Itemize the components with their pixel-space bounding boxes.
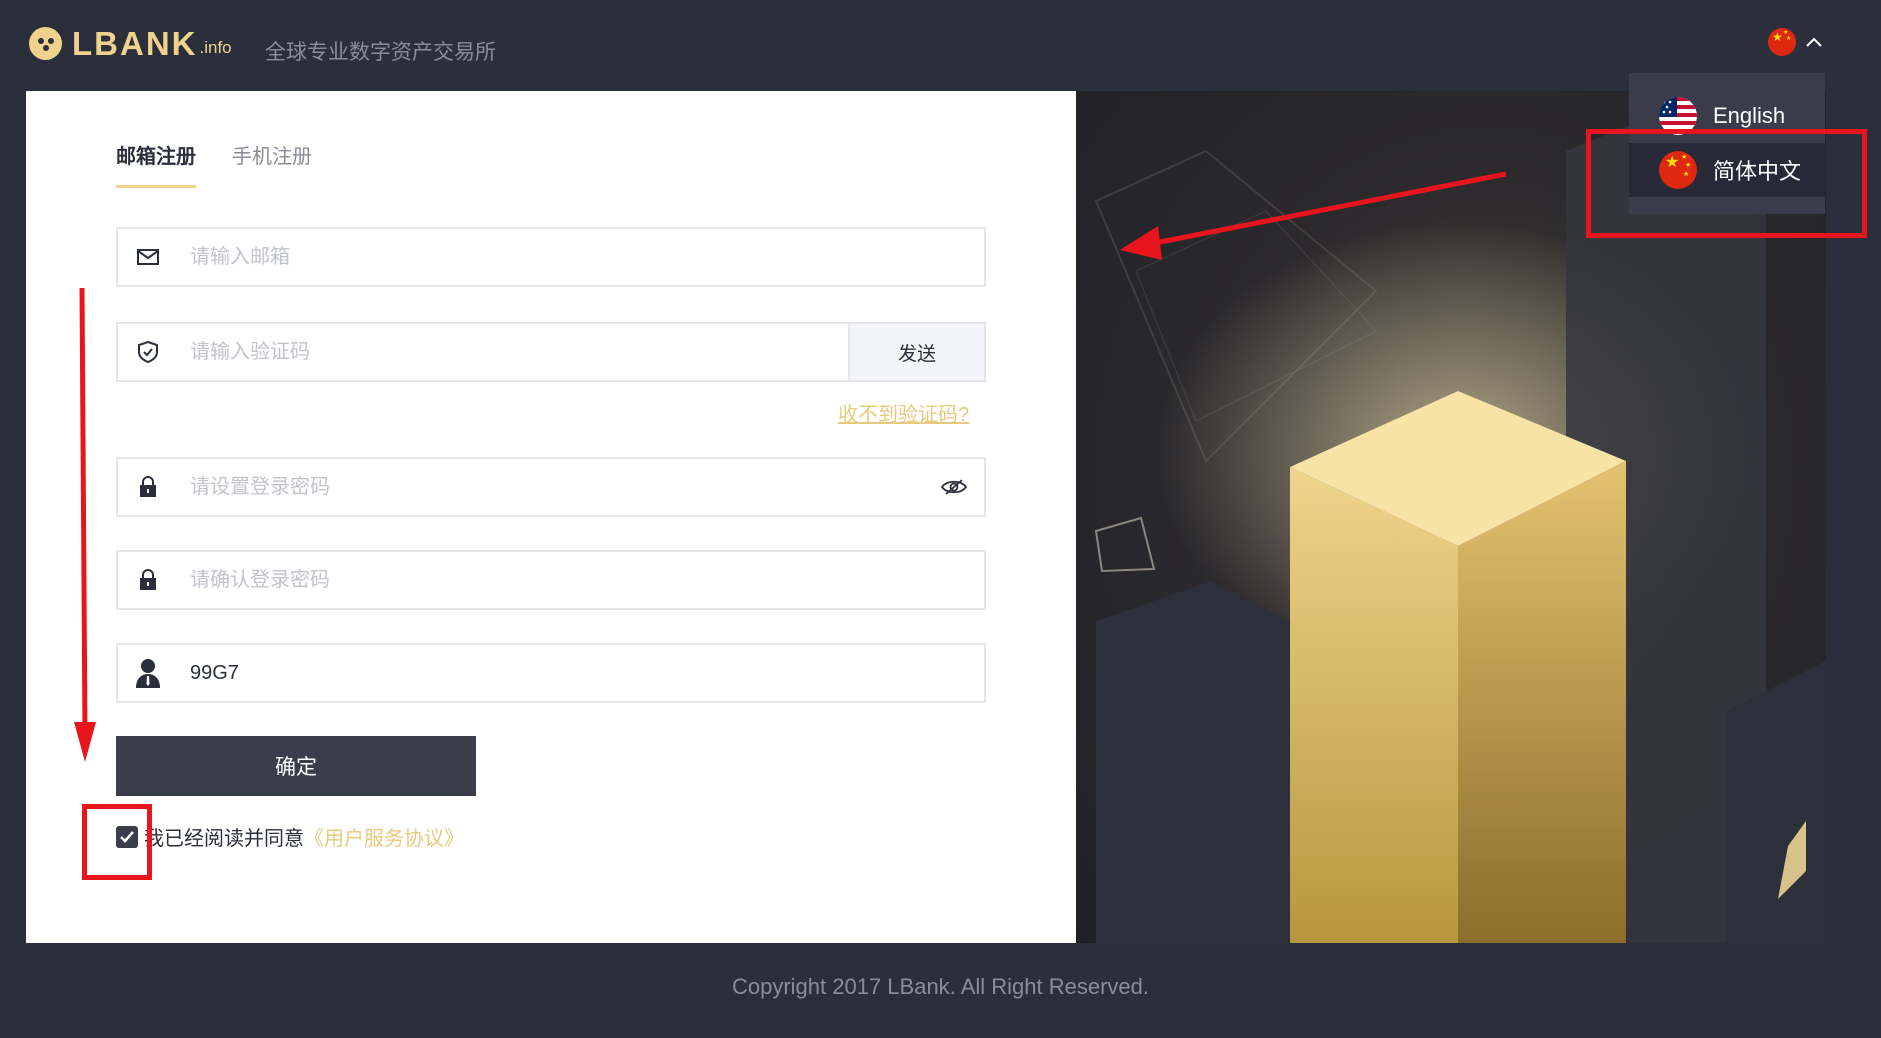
confirm-button[interactable]: 确定 [116, 736, 476, 796]
email-field [116, 227, 986, 287]
no-code-link[interactable]: 收不到验证码? [838, 398, 969, 427]
lock-icon [118, 568, 178, 592]
confirm-password-input[interactable] [178, 552, 984, 608]
register-tabs: 邮箱注册 手机注册 [116, 140, 348, 188]
eye-hidden-icon[interactable] [924, 478, 984, 496]
user-agreement-link[interactable]: 《用户服务协议》 [304, 822, 464, 851]
email-input[interactable] [178, 229, 984, 285]
mail-icon [118, 248, 178, 266]
tab-email-register[interactable]: 邮箱注册 [116, 140, 196, 188]
registration-page: LBANK .info 全球专业数字资产交易所 ★ ★ ★ 邮箱注册 手机注册 [0, 0, 1881, 1038]
header: LBANK .info 全球专业数字资产交易所 ★ ★ ★ [0, 0, 1881, 90]
confirm-password-field [116, 550, 986, 610]
annotation-box-language [1586, 129, 1867, 238]
invite-code-input[interactable] [178, 645, 984, 701]
agreement-text: 我已经阅读并同意 [144, 828, 304, 850]
tagline: 全球专业数字资产交易所 [265, 41, 496, 64]
annotation-box-checkbox [82, 804, 152, 880]
password-field [116, 457, 986, 517]
send-code-button[interactable]: 发送 [848, 324, 984, 380]
copyright-footer: Copyright 2017 LBank. All Right Reserved… [731, 974, 1149, 999]
invite-code-field [116, 643, 986, 703]
agreement-row: 我已经阅读并同意 《用户服务协议》 [116, 822, 464, 851]
password-input[interactable] [178, 459, 924, 515]
user-icon [118, 657, 178, 689]
logo-badge-icon [29, 27, 62, 60]
logo-suffix: .info [199, 38, 232, 57]
language-label-english: English [1713, 103, 1786, 128]
china-flag-icon: ★ ★ ★ [1768, 28, 1796, 56]
language-toggle[interactable]: ★ ★ ★ [1768, 28, 1824, 56]
logo[interactable]: LBANK .info [29, 27, 232, 60]
shield-icon [118, 340, 178, 364]
verification-code-input[interactable] [178, 324, 848, 380]
registration-form-card [26, 91, 1076, 943]
chevron-up-icon [1806, 37, 1822, 47]
verification-code-field: 发送 [116, 322, 986, 382]
tab-phone-register[interactable]: 手机注册 [232, 140, 312, 188]
logo-text: LBANK [72, 25, 198, 62]
lock-icon [118, 475, 178, 499]
